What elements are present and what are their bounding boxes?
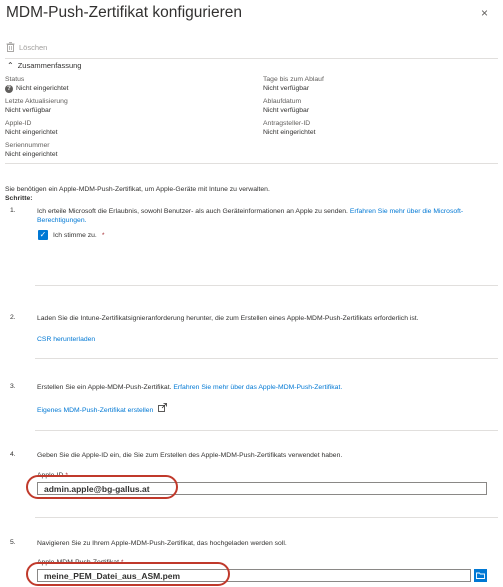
trash-icon — [6, 42, 15, 52]
divider — [35, 285, 498, 286]
push-cert-file-input[interactable] — [37, 569, 471, 582]
apple-id-value: Nicht eingerichtet — [5, 128, 58, 136]
required-marker: * — [65, 472, 68, 479]
step-1-text: Ich erteile Microsoft die Erlaubnis, sow… — [37, 207, 487, 225]
subject-id-label: Antragsteller-ID — [263, 120, 311, 127]
apple-id-field-label: Apple-ID * — [37, 472, 68, 479]
step-2-description: Laden Sie die Intune-Zertifikatsignieran… — [37, 315, 419, 322]
summary-toggle[interactable]: ⌃ Zusammenfassung — [7, 61, 81, 70]
step-number: 1. — [10, 207, 16, 214]
serial-number-property: Seriennummer Nicht eingerichtet — [5, 142, 58, 159]
subject-id-value: Nicht eingerichtet — [263, 128, 316, 136]
push-cert-field-label: Apple-MDM-Push-Zertifikat * — [37, 559, 124, 566]
expiry-date-property: Ablaufdatum Nicht verfügbar — [263, 98, 309, 115]
download-csr-link[interactable]: CSR herunterladen — [37, 335, 487, 344]
steps-heading: Schritte: — [5, 194, 33, 202]
serial-number-label: Seriennummer — [5, 142, 50, 149]
days-to-expiry-property: Tage bis zum Ablauf Nicht verfügbar — [263, 76, 324, 93]
step-3-description: Erstellen Sie ein Apple-MDM-Push-Zertifi… — [37, 384, 172, 391]
divider — [35, 358, 498, 359]
status-value: Nicht eingerichtet — [16, 84, 69, 92]
status-property: Status ? Nicht eingerichtet — [5, 76, 69, 93]
question-icon: ? — [5, 84, 13, 93]
divider — [5, 58, 498, 59]
status-label: Status — [5, 76, 25, 83]
last-update-label: Letzte Aktualisierung — [5, 98, 68, 105]
page-title: MDM-Push-Zertifikat konfigurieren — [6, 4, 243, 21]
delete-label: Löschen — [19, 42, 48, 52]
divider — [35, 430, 498, 431]
browse-button[interactable] — [474, 569, 487, 582]
delete-button[interactable]: Löschen — [6, 42, 47, 52]
divider — [35, 517, 498, 518]
last-update-property: Letzte Aktualisierung Nicht verfügbar — [5, 98, 68, 115]
required-marker: * — [101, 231, 105, 239]
apple-id-input[interactable] — [37, 482, 487, 495]
days-to-expiry-label: Tage bis zum Ablauf — [263, 76, 324, 83]
step-3-text: Erstellen Sie ein Apple-MDM-Push-Zertifi… — [37, 383, 487, 392]
step-4-description: Geben Sie die Apple-ID ein, die Sie zum … — [37, 452, 343, 459]
chevron-up-icon: ⌃ — [7, 60, 14, 70]
required-marker: * — [120, 559, 124, 566]
external-link-icon[interactable] — [158, 403, 168, 412]
create-cert-row: Eigenes MDM-Push-Zertifikat erstellen — [37, 403, 487, 415]
apple-id-field-label-text: Apple-ID — [37, 472, 64, 479]
step-number: 5. — [10, 539, 16, 546]
push-cert-field-label-text: Apple-MDM-Push-Zertifikat — [37, 559, 119, 566]
checkmark-icon: ✓ — [38, 230, 48, 240]
apple-mdm-info-link[interactable]: Erfahren Sie mehr über das Apple-MDM-Pus… — [173, 384, 342, 391]
apple-id-property: Apple-ID Nicht eingerichtet — [5, 120, 58, 137]
step-number: 3. — [10, 383, 16, 390]
expiry-date-label: Ablaufdatum — [263, 98, 302, 105]
subject-id-property: Antragsteller-ID Nicht eingerichtet — [263, 120, 316, 137]
step-5-description: Navigieren Sie zu Ihrem Apple-MDM-Push-Z… — [37, 540, 287, 547]
intro: Sie benötigen ein Apple-MDM-Push-Zertifi… — [5, 186, 270, 203]
consent-checkbox[interactable]: ✓ Ich stimme zu. * — [38, 230, 104, 240]
folder-icon — [476, 572, 485, 579]
expiry-date-value: Nicht verfügbar — [263, 106, 310, 114]
create-push-cert-link[interactable]: Eigenes MDM-Push-Zertifikat erstellen — [37, 407, 153, 414]
consent-label: Ich stimme zu. — [53, 231, 97, 239]
intro-text: Sie benötigen ein Apple-MDM-Push-Zertifi… — [5, 186, 270, 193]
serial-number-value: Nicht eingerichtet — [5, 150, 58, 158]
summary-label: Zusammenfassung — [17, 61, 82, 70]
step-number: 4. — [10, 451, 16, 458]
step-number: 2. — [10, 314, 16, 321]
close-icon[interactable]: × — [481, 6, 488, 20]
apple-id-label: Apple-ID — [5, 120, 32, 127]
days-to-expiry-value: Nicht verfügbar — [263, 84, 310, 92]
last-update-value: Nicht verfügbar — [5, 106, 52, 114]
divider — [5, 163, 498, 164]
step-1-description: Ich erteile Microsoft die Erlaubnis, sow… — [37, 208, 348, 215]
